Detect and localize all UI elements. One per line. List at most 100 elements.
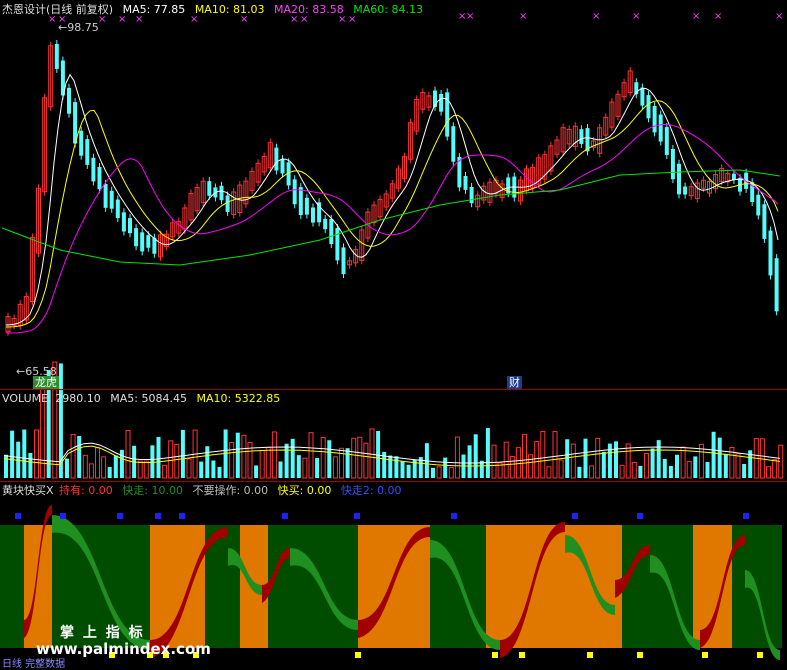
volume-bar-up xyxy=(534,441,540,479)
volume-bar-up xyxy=(552,431,558,479)
square-marker-icon xyxy=(637,652,643,658)
volume-bar-down xyxy=(473,434,478,478)
volume-bar-up xyxy=(339,447,344,479)
volume-bar-up xyxy=(491,444,497,479)
volume-bar-up xyxy=(546,466,552,479)
price-legend: 杰恩设计(日线 前复权) MA5: 77.85 MA10: 81.03 MA20… xyxy=(2,3,429,17)
volume-bar-down xyxy=(607,443,612,478)
candle-body-down xyxy=(103,183,108,208)
candle-body-down xyxy=(469,186,474,204)
volume-bar-up xyxy=(735,452,741,479)
volume-bar-up xyxy=(174,443,180,479)
square-marker-icon xyxy=(519,652,525,658)
indicator-name[interactable]: 黄块快买X xyxy=(2,484,54,497)
volume-bar-down xyxy=(315,458,320,478)
volume-bar-down xyxy=(638,465,643,478)
volume-bar-down xyxy=(211,460,216,478)
volume-value: VOLUME: 2980.10 xyxy=(2,392,101,405)
candle-body-down xyxy=(280,159,285,174)
indicator-zone xyxy=(150,525,205,648)
dragon-tiger-badge[interactable]: 龙虎 xyxy=(33,376,59,389)
volume-ma5: MA5: 5084.45 xyxy=(110,392,187,405)
volume-bar-up xyxy=(271,431,277,479)
financial-report-badge[interactable]: 财 xyxy=(507,376,522,389)
candle-body-down xyxy=(274,147,279,171)
no-op-value: 不要操作: 0.00 xyxy=(192,484,269,497)
volume-bar-up xyxy=(137,460,143,479)
candle-body-down xyxy=(640,87,645,106)
square-marker-icon xyxy=(743,513,749,519)
volume-bar-up xyxy=(509,455,515,479)
volume-bar-down xyxy=(485,428,490,478)
square-marker-icon xyxy=(117,513,123,519)
volume-bar-down xyxy=(150,445,155,478)
volume-bar-down xyxy=(742,463,747,478)
volume-bar-up xyxy=(95,447,100,479)
volume-bar-up xyxy=(589,465,595,479)
volume-bar-down xyxy=(675,454,679,478)
square-marker-icon xyxy=(572,513,578,519)
candle-body-down xyxy=(304,197,309,215)
square-marker-icon xyxy=(492,652,498,658)
volume-bar-up xyxy=(265,446,271,479)
cross-marker-icon: × xyxy=(632,11,640,22)
candle-body-down xyxy=(670,149,675,180)
volume-bar-down xyxy=(345,448,350,478)
arrow-left-icon: ← xyxy=(58,21,68,34)
volume-legend: VOLUME: 2980.10 MA5: 5084.45 MA10: 5322.… xyxy=(2,392,286,406)
candle-body-down xyxy=(121,212,126,232)
candle-body-down xyxy=(115,199,120,219)
candle-body-down xyxy=(219,185,224,201)
ma60-value: MA60: 84.13 xyxy=(353,3,423,16)
volume-bar-down xyxy=(705,461,710,478)
volume-bar-down xyxy=(565,439,570,478)
stock-title[interactable]: 杰恩设计(日线 前复权) xyxy=(2,3,113,16)
candle-body-down xyxy=(323,218,328,230)
volume-bar-up xyxy=(680,446,686,479)
arrow-left-icon: ← xyxy=(16,365,26,378)
candle-body-down xyxy=(762,204,767,239)
cross-marker-icon: × xyxy=(592,11,600,22)
volume-bar-down xyxy=(327,440,332,478)
volume-bar-up xyxy=(528,454,534,479)
ma10-value: MA10: 81.03 xyxy=(194,3,265,16)
candle-body-down xyxy=(54,43,59,69)
candle-body-down xyxy=(683,186,688,195)
candle-body-down xyxy=(677,163,681,195)
volume-bar-up xyxy=(772,459,778,479)
volume-bar-down xyxy=(400,460,405,478)
volume-bar-up xyxy=(540,431,546,479)
candle-body-down xyxy=(225,195,230,212)
candle-body-down xyxy=(85,139,90,165)
candle-body-down xyxy=(91,157,96,182)
candle-body-down xyxy=(298,187,303,216)
square-marker-icon xyxy=(354,513,360,519)
candle-body-down xyxy=(292,179,297,205)
candle-body-down xyxy=(97,166,102,190)
volume-bar-up xyxy=(241,434,247,479)
volume-bar-up xyxy=(332,456,338,479)
volume-bar-up xyxy=(186,458,192,479)
indicator-zone xyxy=(0,525,24,648)
square-marker-icon xyxy=(587,652,593,658)
volume-bar-up xyxy=(162,464,168,479)
chart-canvas[interactable]: × × × × × × × × × × × × × × × × × × × xyxy=(0,0,787,668)
square-marker-icon xyxy=(15,513,21,519)
volume-bar-up xyxy=(766,466,771,479)
cross-marker-icon: × xyxy=(519,11,527,22)
volume-bar-down xyxy=(296,455,301,478)
watermark-cn: 掌 上 指 标 xyxy=(60,625,145,641)
fast-sell2-value: 快走2: 0.00 xyxy=(340,484,402,497)
candle-body-down xyxy=(311,207,315,223)
volume-bar-up xyxy=(369,428,375,479)
candle-body-down xyxy=(451,126,456,162)
candle-body-down xyxy=(579,129,584,144)
candle-body-down xyxy=(658,114,663,142)
volume-bar-down xyxy=(431,467,435,478)
candle-body-down xyxy=(341,247,346,275)
candle-body-down xyxy=(768,230,773,276)
volume-bar-up xyxy=(308,432,314,479)
square-marker-icon xyxy=(179,513,185,519)
volume-bar-up xyxy=(558,459,564,479)
candle-body-down xyxy=(774,258,779,312)
